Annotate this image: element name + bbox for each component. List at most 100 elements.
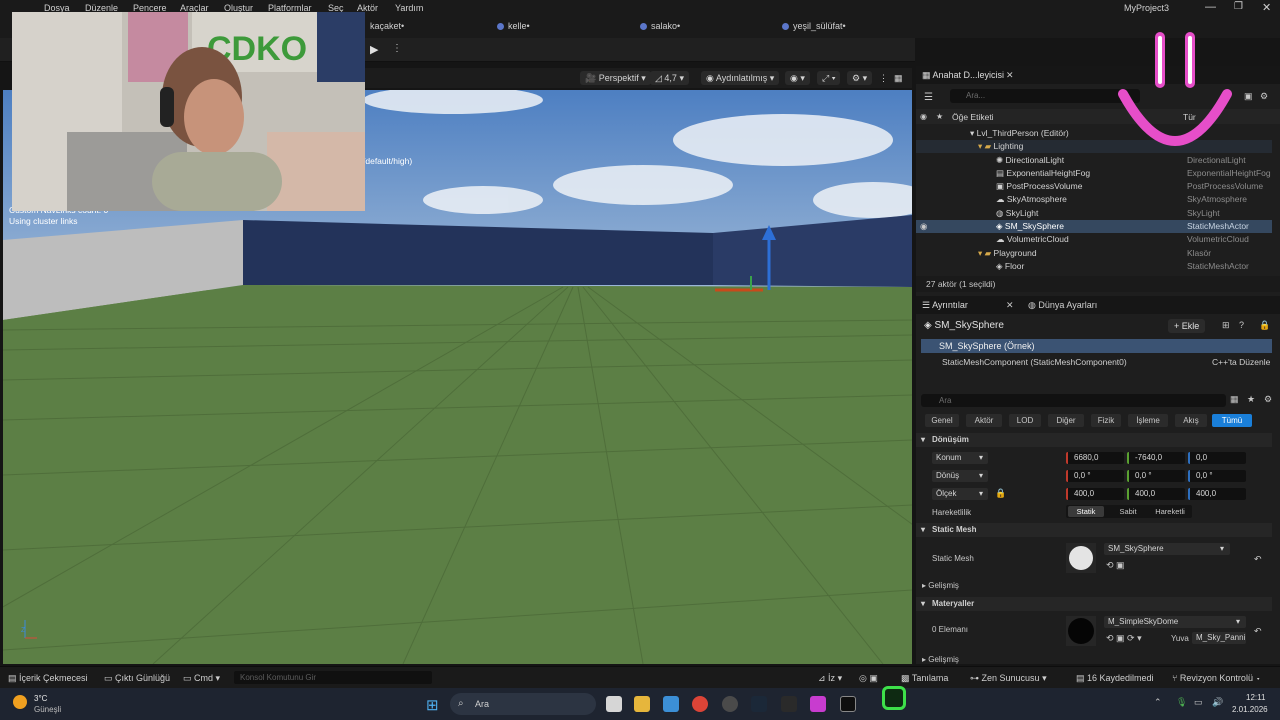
trace-button[interactable]: ⊿ İz ▾ (818, 673, 842, 684)
volume-icon[interactable]: 🔊 (1212, 697, 1223, 708)
browse-icon[interactable]: ⟲ ▣ ⟳ ▾ (1106, 633, 1142, 644)
outliner-row[interactable]: ◈ Floor StaticMeshActor (916, 260, 1272, 273)
outliner-row[interactable]: ☁ SkyAtmosphere SkyAtmosphere (916, 193, 1272, 206)
reset-icon[interactable]: ↶ (1254, 554, 1262, 565)
view-mode-button[interactable]: 🎥 Perspektif ▾ (580, 71, 651, 85)
advanced-expander[interactable]: ▸ Gelişmiş (922, 655, 959, 664)
close-icon[interactable]: ✕ (1262, 1, 1271, 14)
category-tab-all[interactable]: Tümü (1212, 414, 1252, 427)
unsaved-button[interactable]: ▤ 16 Kaydedilmedi (1076, 673, 1154, 684)
rotation-mode-dropdown[interactable]: Dönüş ▾ (932, 470, 988, 482)
column-label[interactable]: Öğe Etiketi (952, 112, 994, 122)
category-tab-rendering[interactable]: İşleme (1128, 414, 1168, 427)
section-materials[interactable]: ▾ Materyaller (916, 597, 1272, 611)
store-icon[interactable] (663, 696, 679, 712)
outliner-row[interactable]: ▤ ExponentialHeightFog ExponentialHeightF… (916, 167, 1272, 180)
menu-help[interactable]: Yardım (395, 3, 423, 13)
material-thumbnail[interactable] (1066, 616, 1096, 646)
console-input[interactable]: Konsol Komutunu Gir (234, 671, 432, 684)
section-transform[interactable]: ▾ Dönüşüm (916, 433, 1272, 447)
chrome-icon[interactable] (692, 696, 708, 712)
network-icon[interactable]: ▭ (1194, 697, 1203, 708)
component-instance-row[interactable]: SM_SkySphere (Örnek) (921, 339, 1272, 353)
folder-add-icon[interactable]: ▣ (1244, 91, 1253, 102)
scale-z-field[interactable]: 400,0 (1188, 488, 1246, 500)
material-dropdown[interactable]: M_SimpleSkyDome ▾ (1104, 616, 1246, 628)
advanced-expander[interactable]: ▸ Gelişmiş (922, 581, 959, 590)
edit-in-cpp-link[interactable]: C++'ta Düzenle (1212, 357, 1270, 367)
blueprint-icon[interactable]: ⊞ (1222, 320, 1230, 331)
category-tab-lod[interactable]: LOD (1009, 414, 1041, 427)
close-tab-icon[interactable]: ✕ (1006, 300, 1014, 311)
rotation-z-field[interactable]: 0,0 ° (1188, 470, 1246, 482)
outliner-search-input[interactable]: Ara... (950, 89, 1140, 103)
record-icon[interactable]: ◎ ▣ (859, 673, 878, 684)
reset-icon[interactable]: ↶ (1254, 626, 1262, 637)
outliner-row[interactable]: ▣ PostProcessVolume PostProcessVolume (916, 180, 1272, 193)
outliner-row-selected[interactable]: ◉ ◈ SM_SkySphere StaticMeshActor (916, 220, 1272, 233)
maximize-icon[interactable]: ❐ (1234, 1, 1243, 12)
tray-chevron-icon[interactable]: ⌃ (1154, 697, 1162, 708)
settings-icon[interactable]: ⚙ (1264, 394, 1272, 405)
slot-field[interactable]: M_Sky_Panni (1192, 632, 1246, 644)
location-z-field[interactable]: 0,0 (1188, 452, 1246, 464)
user-tab-4[interactable]: yeşil_sülüfat• (782, 21, 846, 31)
pin-icon[interactable]: ★ (936, 112, 943, 121)
more-options-icon[interactable]: ⋮ (392, 43, 402, 54)
component-row[interactable]: StaticMeshComponent (StaticMeshComponent… (942, 357, 1127, 367)
rotation-x-field[interactable]: 0,0 ° (1066, 470, 1124, 482)
rotation-y-field[interactable]: 0,0 ° (1127, 470, 1185, 482)
user-tab-1[interactable]: kaçaket• (370, 21, 404, 31)
diagnostics-button[interactable]: ▩ Tanılama (901, 673, 948, 684)
scale-mode-dropdown[interactable]: Ölçek ▾ (932, 488, 988, 500)
visibility-icon[interactable]: ◉ (920, 112, 927, 121)
play-icon[interactable]: ▶ (370, 43, 378, 56)
browse-icon[interactable]: ⟲ ▣ (1106, 560, 1125, 571)
lighting-button[interactable]: ◉ Aydınlatılmış ▾ (701, 71, 780, 85)
eye-icon[interactable]: ◉ ▾ (785, 71, 810, 85)
file-explorer-icon[interactable] (634, 696, 650, 712)
filter-icon[interactable]: ☰ (924, 92, 933, 103)
scale-x-field[interactable]: 400,0 (1066, 488, 1124, 500)
section-static-mesh[interactable]: ▾ Static Mesh (916, 523, 1272, 537)
mobility-movable[interactable]: Hareketli (1150, 506, 1190, 517)
fov-button[interactable]: ◿ 4,7 ▾ (650, 71, 689, 85)
clock-date[interactable]: 2.01.2026 (1232, 705, 1268, 714)
lock-icon[interactable]: 🔒 (1259, 320, 1270, 331)
task-view-icon[interactable] (606, 696, 622, 712)
category-tab-physics[interactable]: Fizik (1091, 414, 1121, 427)
grid-view-icon[interactable]: ▦ (1230, 394, 1239, 405)
close-tab-icon[interactable]: ✕ (1006, 70, 1014, 81)
details-tab[interactable]: ☰ Ayrıntılar (922, 300, 968, 311)
visibility-icon[interactable]: ◉ (920, 220, 927, 233)
outliner-row[interactable]: ▾ ▰ Playground Klasör (916, 247, 1272, 260)
recording-app-icon[interactable] (882, 686, 906, 710)
minimize-icon[interactable]: — (1205, 1, 1216, 13)
user-tab-2[interactable]: kelle• (497, 21, 530, 31)
revision-control-button[interactable]: ⑂ Revizyon Kontrolü ▾ (1172, 673, 1261, 683)
mic-icon[interactable]: 🎙 (1176, 697, 1187, 708)
user-tab-3[interactable]: salako• (640, 21, 680, 31)
app-icon[interactable] (810, 696, 826, 712)
settings-icon[interactable]: ⚙ ▾ (847, 71, 873, 85)
location-x-field[interactable]: 6680,0 (1066, 452, 1124, 464)
content-drawer-button[interactable]: ▤ İçerik Çekmecesi (8, 673, 88, 684)
mesh-thumbnail[interactable] (1066, 543, 1096, 573)
taskbar-search[interactable]: ⌕ Ara (450, 693, 596, 715)
outliner-tab[interactable]: ▦ Anahat D...leyicisi (922, 70, 1004, 81)
category-tab-actor[interactable]: Aktör (966, 414, 1002, 427)
location-mode-dropdown[interactable]: Konum ▾ (932, 452, 988, 464)
mobility-stationary[interactable]: Sabit (1110, 506, 1146, 517)
unreal-engine-icon[interactable] (840, 696, 856, 712)
outliner-row[interactable]: ☁ VolumetricCloud VolumetricCloud (916, 233, 1272, 246)
category-tab-general[interactable]: Genel (925, 414, 959, 427)
clock-time[interactable]: 12:11 (1246, 693, 1265, 702)
mobility-static[interactable]: Statik (1068, 506, 1104, 517)
world-settings-tab[interactable]: ◍ Dünya Ayarları (1028, 300, 1097, 311)
category-tab-streaming[interactable]: Akış (1175, 414, 1207, 427)
lock-icon[interactable]: 🔒 (995, 488, 1006, 499)
weather-temp[interactable]: 3°C (34, 694, 47, 703)
output-log-button[interactable]: ▭ Çıktı Günlüğü (104, 673, 170, 684)
details-search-input[interactable]: Ara (921, 394, 1226, 407)
static-mesh-dropdown[interactable]: SM_SkySphere ▾ (1104, 543, 1230, 555)
